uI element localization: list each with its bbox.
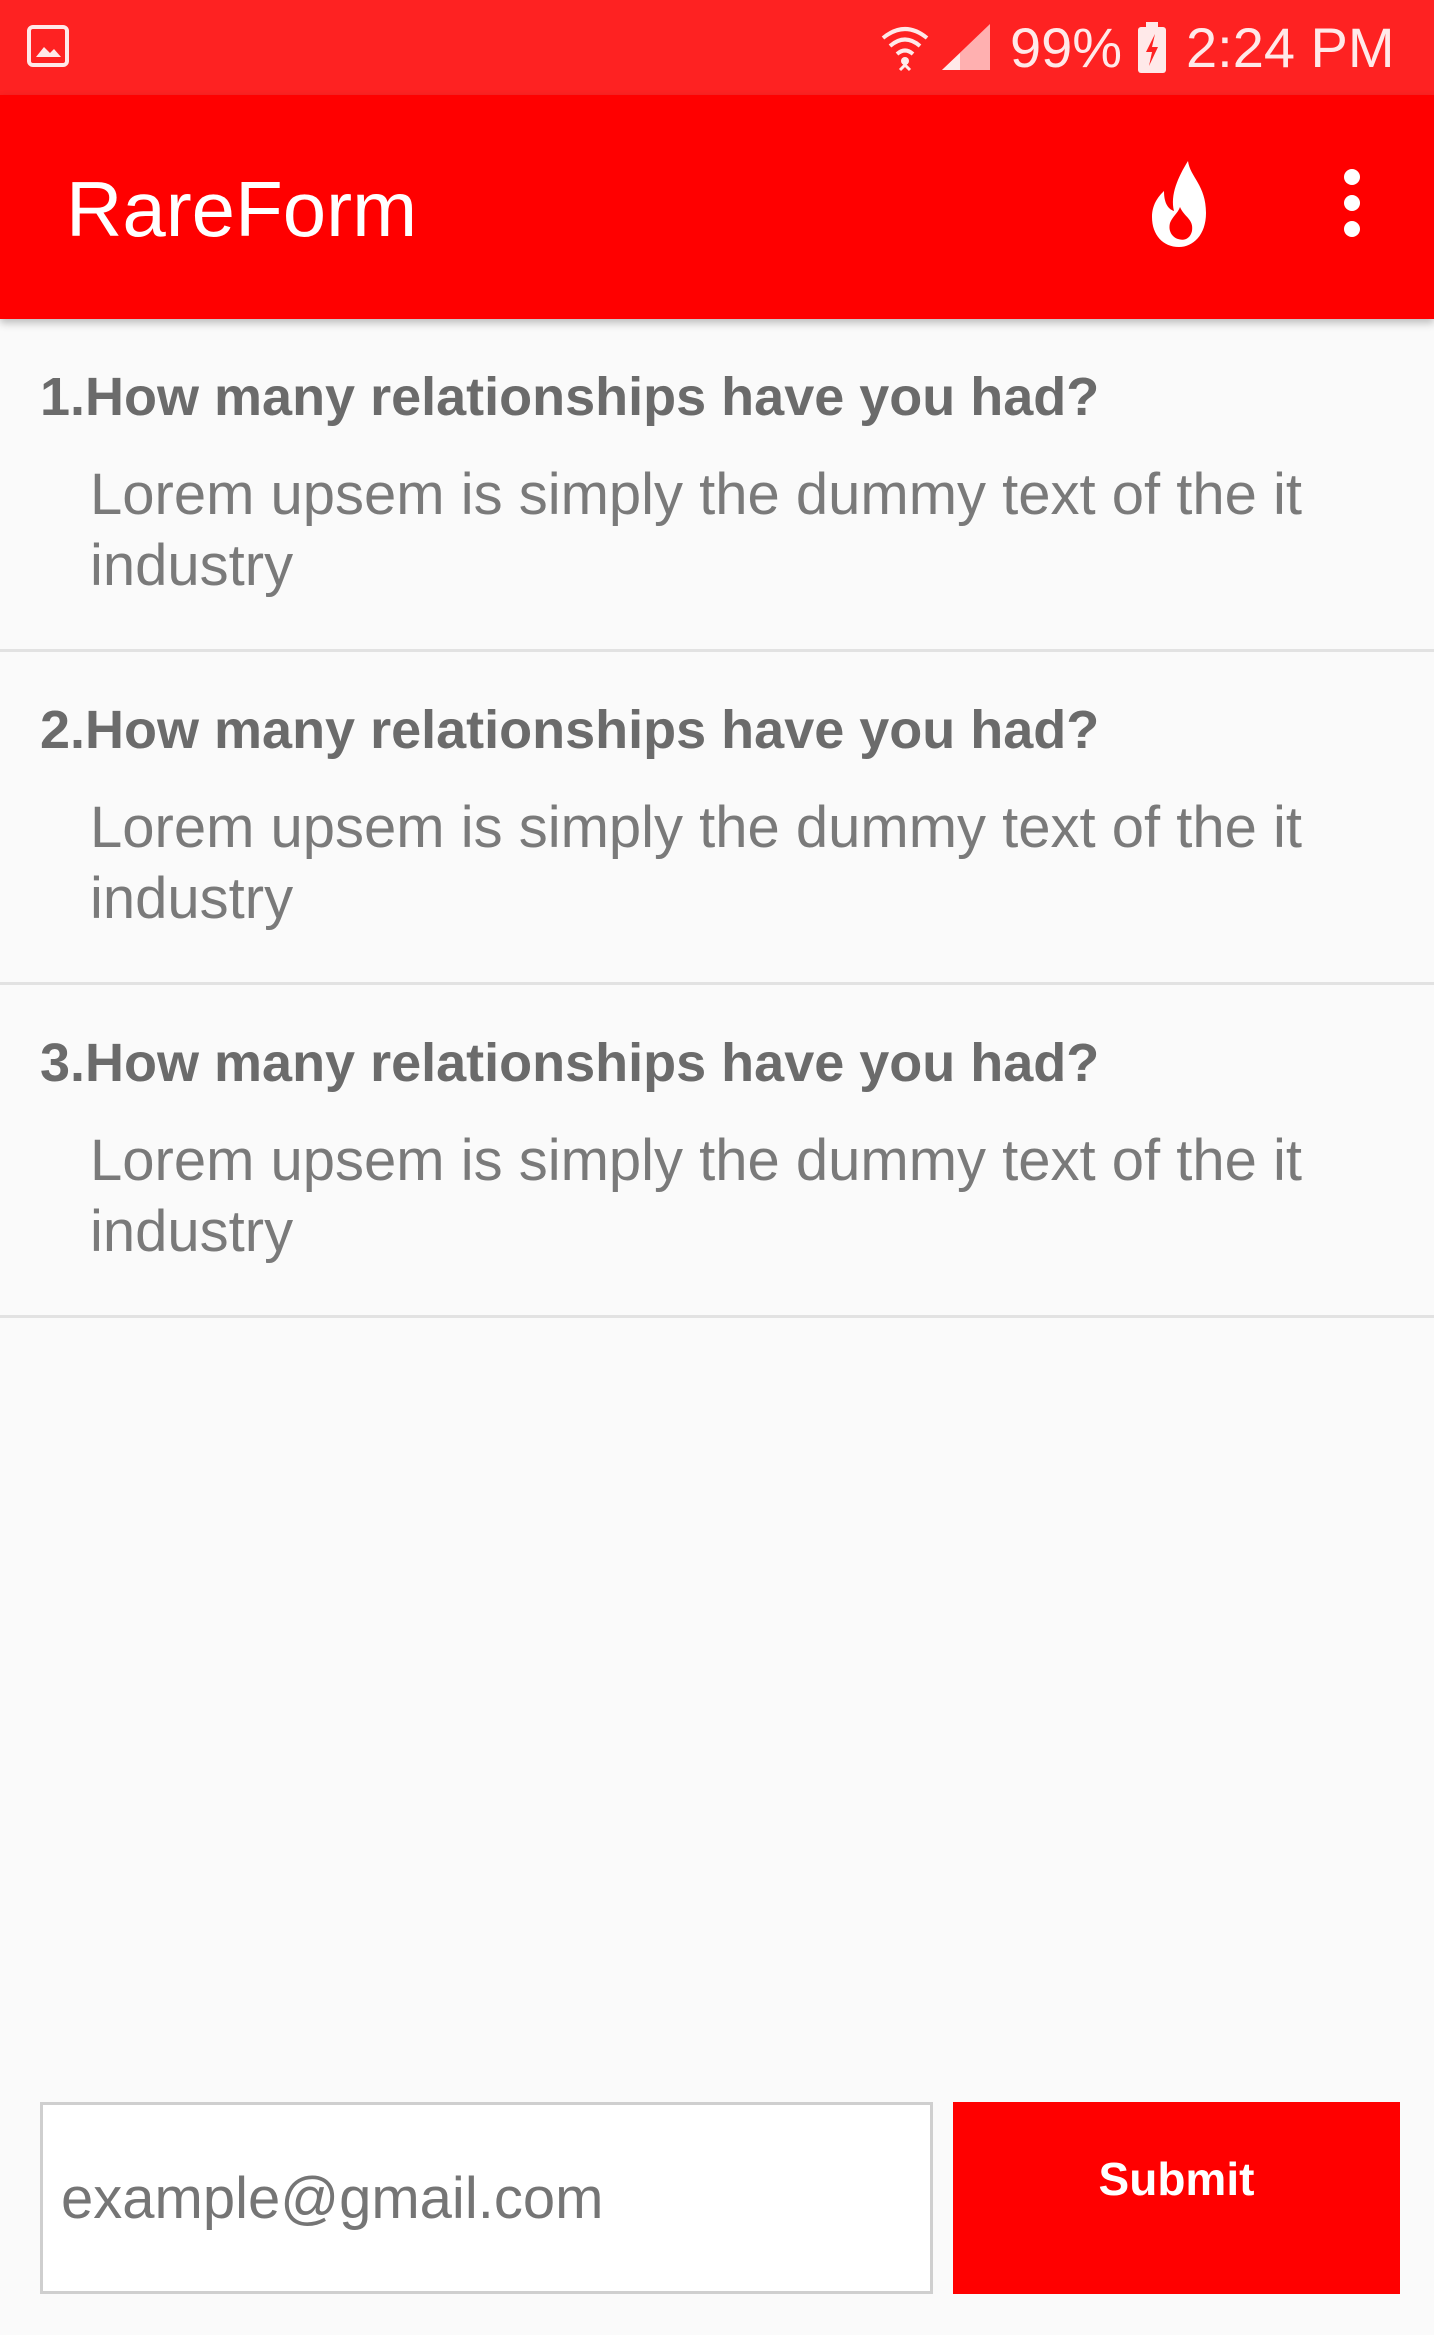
- question-description: Lorem upsem is simply the dummy text of …: [90, 795, 1302, 931]
- submit-button[interactable]: Submit: [953, 2102, 1400, 2294]
- more-vert-icon[interactable]: [1322, 165, 1382, 245]
- app-title: RareForm: [66, 165, 418, 253]
- app-bar: RareForm: [0, 95, 1434, 319]
- question-title: 2.How many relationships have you had?: [40, 700, 1100, 760]
- signal-icon: [940, 22, 992, 77]
- email-field[interactable]: [40, 2102, 933, 2294]
- question-title: 1.How many relationships have you had?: [40, 367, 1100, 427]
- question-title: 3.How many relationships have you had?: [40, 1033, 1100, 1093]
- status-bar: 99% 2:24 PM: [0, 0, 1434, 95]
- question-item-3[interactable]: 3.How many relationships have you had? L…: [0, 985, 1434, 1318]
- gallery-icon: [26, 24, 70, 73]
- question-description: Lorem upsem is simply the dummy text of …: [90, 1128, 1302, 1264]
- question-description: Lorem upsem is simply the dummy text of …: [90, 462, 1302, 598]
- battery-charging-icon: [1136, 22, 1168, 79]
- battery-percentage: 99%: [1010, 16, 1123, 79]
- wifi-icon: [880, 22, 930, 79]
- fire-icon[interactable]: [1140, 155, 1230, 255]
- status-time: 2:24 PM: [1186, 16, 1395, 79]
- question-item-2[interactable]: 2.How many relationships have you had? L…: [0, 652, 1434, 985]
- question-item-1[interactable]: 1.How many relationships have you had? L…: [0, 319, 1434, 652]
